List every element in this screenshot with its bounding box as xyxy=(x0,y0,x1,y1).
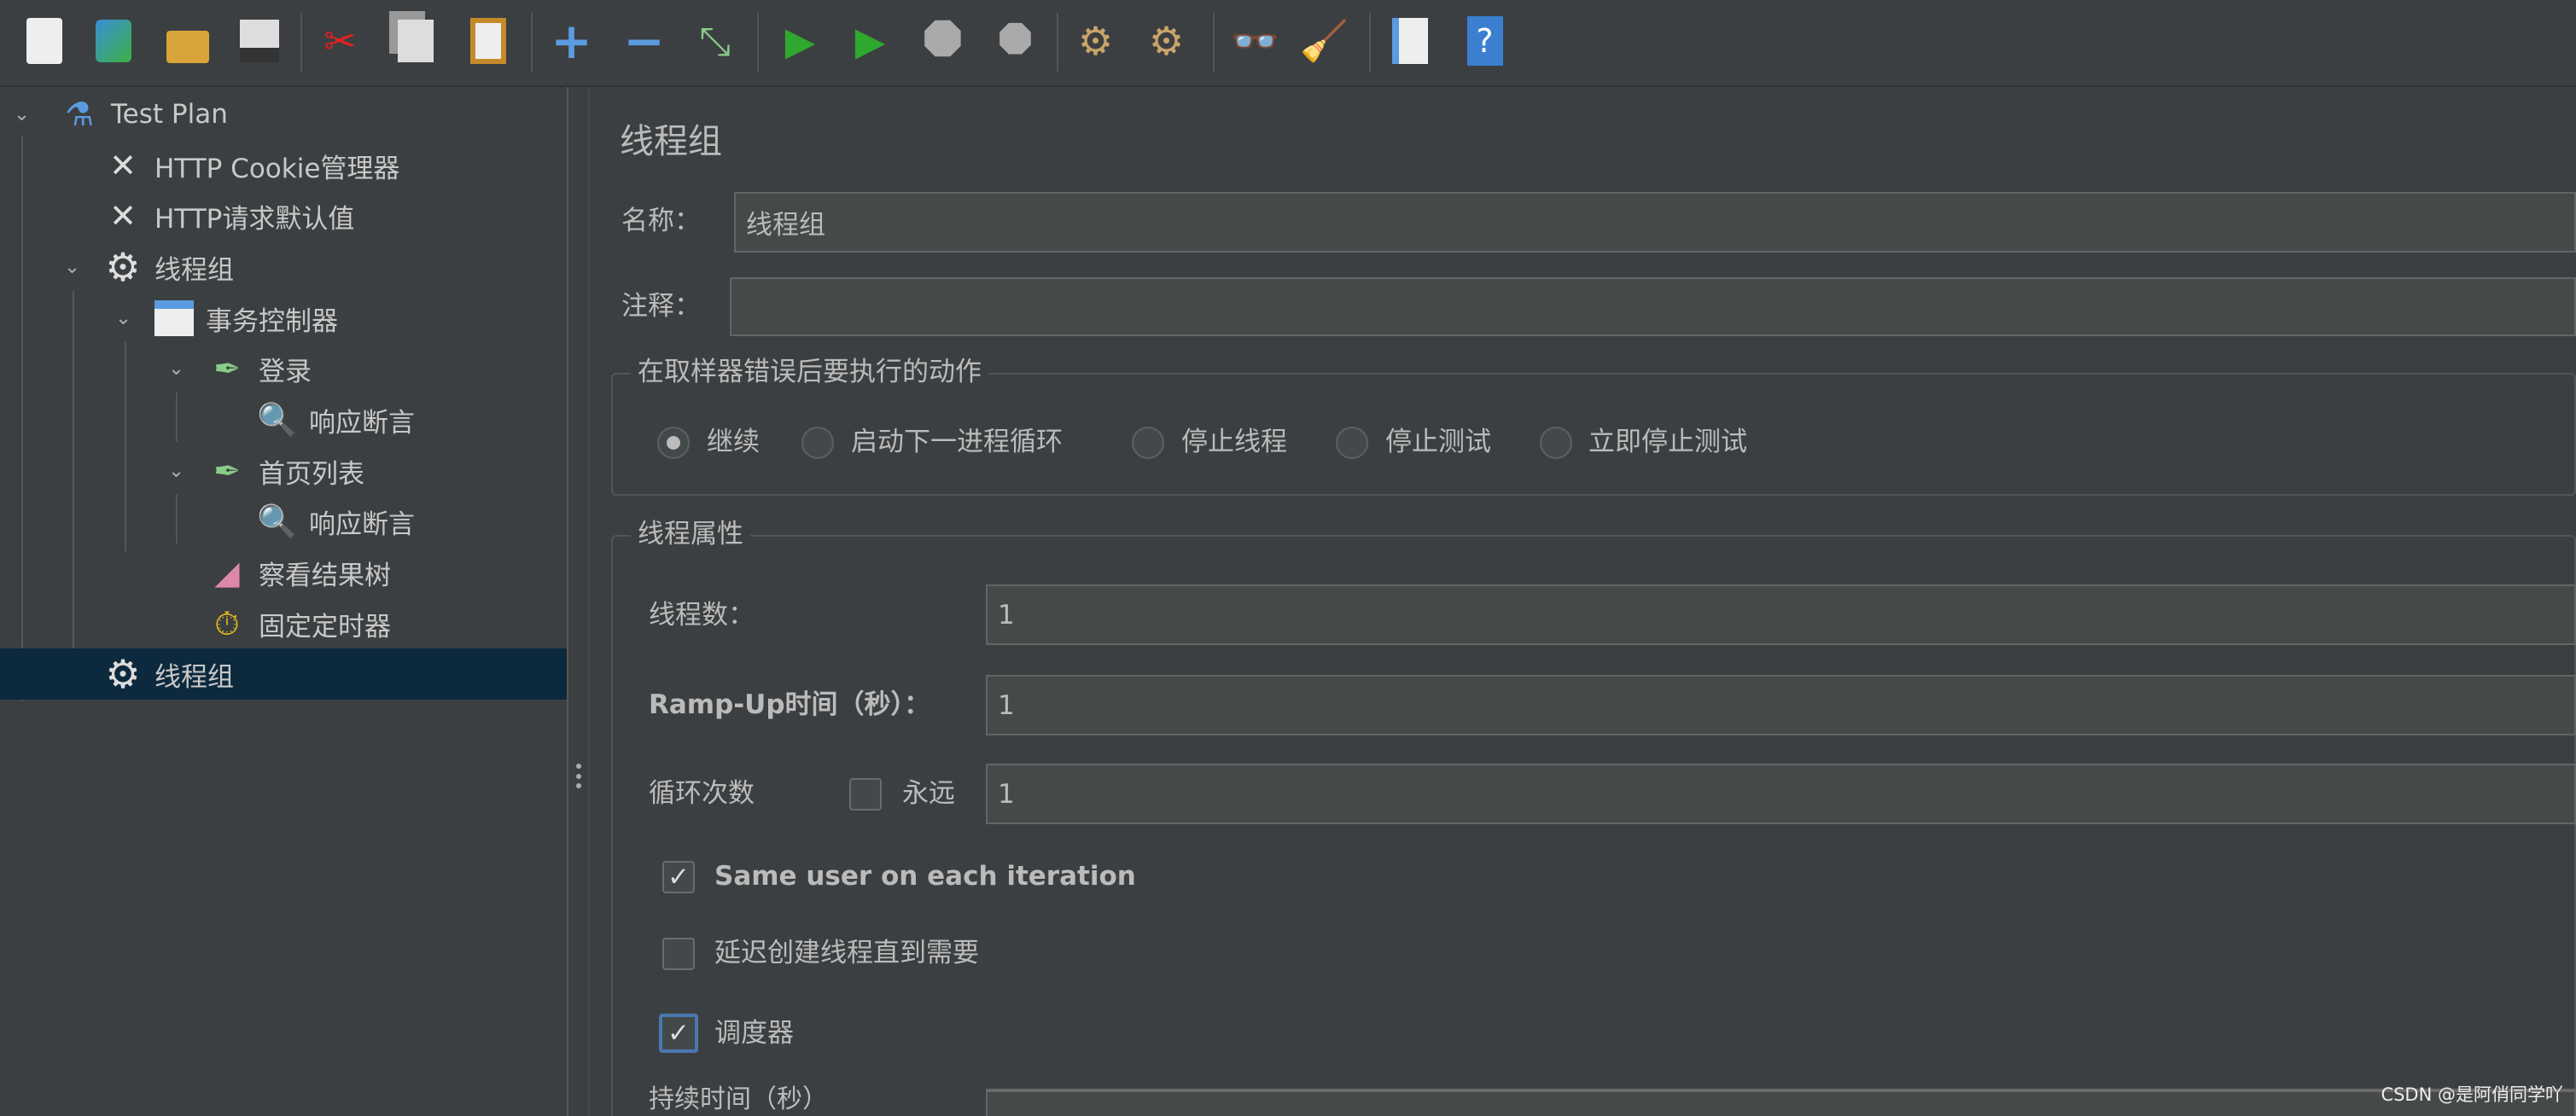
scheduler-checkbox[interactable]: ✓ xyxy=(659,1014,698,1053)
sampler-pipette-icon: ✒ xyxy=(213,452,241,490)
threads-input[interactable]: 1 xyxy=(986,584,2576,645)
test-plan-tree: ⌄ ⚗ Test Plan ✕ HTTP Cookie管理器 ✕ HTTP请求默认值 ⌄… xyxy=(0,87,567,1116)
tree-item-view-results-tree[interactable]: ◢ 察看结果树 xyxy=(0,547,567,598)
duration-input[interactable] xyxy=(986,1089,2576,1116)
help-icon[interactable]: ? xyxy=(1457,13,1512,68)
forever-label[interactable]: 永远 xyxy=(902,778,955,810)
assertion-magnifier-icon: 🔍 xyxy=(257,502,298,540)
toggle-icon[interactable]: ⤡ xyxy=(687,13,743,68)
same-user-label[interactable]: Same user on each iteration xyxy=(714,861,1136,892)
threads-label: 线程数： xyxy=(649,600,755,631)
tree-item-thread-group-selected[interactable]: ⚙ 线程组 xyxy=(0,648,567,700)
clear-icon[interactable]: ⚙ xyxy=(1068,13,1123,68)
listener-chart-icon: ◢ xyxy=(214,554,240,591)
controller-icon xyxy=(153,297,195,340)
radio-stop-test[interactable] xyxy=(1336,427,1368,459)
cut-icon[interactable]: ✂ xyxy=(312,13,368,68)
radio-stop-test-label[interactable]: 停止测试 xyxy=(1385,427,1491,458)
chevron-down-icon[interactable]: ⌄ xyxy=(9,103,35,125)
tree-item-http-defaults[interactable]: ✕ HTTP请求默认值 xyxy=(0,190,567,241)
grip-dot xyxy=(576,783,581,788)
sampler-pipette-icon: ✒ xyxy=(213,350,241,387)
save-icon[interactable] xyxy=(231,13,287,68)
grip-dot xyxy=(576,764,581,769)
comment-input[interactable] xyxy=(730,277,2576,336)
radio-stop-thread-label[interactable]: 停止线程 xyxy=(1181,427,1287,458)
radio-start-next-loop[interactable] xyxy=(801,427,834,459)
clear-all-icon[interactable]: ⚙ xyxy=(1139,13,1194,68)
paste-icon[interactable] xyxy=(460,13,516,68)
tree-item-login[interactable]: ⌄ ✒ 登录 xyxy=(0,343,567,394)
toolbar-separator xyxy=(1369,13,1371,72)
copy-icon[interactable] xyxy=(388,13,443,68)
duration-label: 持续时间（秒） xyxy=(649,1084,828,1114)
delay-thread-creation-checkbox[interactable] xyxy=(662,938,695,970)
radio-stop-test-now-label[interactable]: 立即停止测试 xyxy=(1588,427,1747,458)
gear-icon: ⚙ xyxy=(105,651,141,697)
chevron-down-icon[interactable]: ⌄ xyxy=(163,357,189,380)
loop-count-label: 循环次数 xyxy=(649,778,755,809)
error-action-title: 在取样器错误后要执行的动作 xyxy=(631,357,988,388)
chevron-down-icon[interactable]: ⌄ xyxy=(163,460,189,482)
grip-dot xyxy=(576,774,581,779)
scheduler-label[interactable]: 调度器 xyxy=(714,1018,794,1049)
name-label: 名称： xyxy=(621,206,701,236)
tree-item-transaction-controller[interactable]: ⌄ 事务控制器 xyxy=(0,293,567,344)
radio-start-next-loop-label[interactable]: 启动下一进程循环 xyxy=(851,427,1063,458)
chevron-down-icon[interactable]: ⌄ xyxy=(59,256,85,278)
name-input[interactable]: 线程组 xyxy=(734,192,2576,253)
shutdown-icon[interactable]: ⯃ xyxy=(988,13,1043,68)
chevron-down-icon[interactable]: ⌄ xyxy=(110,307,137,329)
split-pane-divider[interactable] xyxy=(567,87,590,1116)
radio-stop-test-now[interactable] xyxy=(1540,427,1572,459)
templates-icon[interactable] xyxy=(85,13,141,68)
function-helper-icon[interactable] xyxy=(1382,13,1437,68)
toolbar-separator xyxy=(300,13,302,72)
watermark: CSDN @是阿俏同学吖 xyxy=(2381,1084,2563,1105)
delay-thread-creation-label[interactable]: 延迟创建线程直到需要 xyxy=(714,938,979,969)
loop-count-input[interactable]: 1 xyxy=(986,764,2576,824)
open-icon[interactable] xyxy=(160,13,215,68)
toolbar: ✂ + − ⤡ ▶ ▶ ⯃ ⯃ ⚙ ⚙ 👓 🧹 ? xyxy=(0,0,2576,87)
tree-item-cookie-manager[interactable]: ✕ HTTP Cookie管理器 xyxy=(0,140,567,191)
stop-icon[interactable]: ⯃ xyxy=(915,13,970,68)
start-no-pauses-icon[interactable]: ▶ xyxy=(842,13,898,68)
toolbar-separator xyxy=(531,13,533,72)
tree-item-thread-group[interactable]: ⌄ ⚙ 线程组 xyxy=(0,241,567,293)
rampup-input[interactable]: 1 xyxy=(986,675,2576,735)
panel-title: 线程组 xyxy=(620,122,722,161)
forever-checkbox[interactable] xyxy=(849,778,882,811)
collapse-icon[interactable]: − xyxy=(616,13,672,68)
wrench-icon: ✕ xyxy=(109,147,137,184)
timer-clock-icon: ⏱ xyxy=(214,604,240,642)
radio-continue[interactable] xyxy=(657,427,690,459)
expand-icon[interactable]: + xyxy=(544,13,599,68)
start-icon[interactable]: ▶ xyxy=(772,13,828,68)
tree-item-response-assertion[interactable]: 🔍 响应断言 xyxy=(0,496,567,547)
search-icon[interactable]: 👓 xyxy=(1227,13,1283,68)
new-icon[interactable] xyxy=(16,13,72,68)
tree-item-constant-timer[interactable]: ⏱ 固定定时器 xyxy=(0,598,567,649)
rampup-label: Ramp-Up时间（秒）： xyxy=(649,689,931,720)
toolbar-separator xyxy=(1057,13,1058,72)
toolbar-separator xyxy=(757,13,759,72)
same-user-checkbox[interactable]: ✓ xyxy=(662,861,695,893)
wrench-icon: ✕ xyxy=(109,197,137,235)
tree-item-response-assertion[interactable]: 🔍 响应断言 xyxy=(0,394,567,445)
test-plan-icon: ⚗ xyxy=(64,96,95,133)
radio-continue-label[interactable]: 继续 xyxy=(707,427,760,458)
comment-label: 注释： xyxy=(621,291,701,322)
tree-item-home-list[interactable]: ⌄ ✒ 首页列表 xyxy=(0,445,567,497)
tree-item-test-plan[interactable]: ⌄ ⚗ Test Plan xyxy=(0,89,567,140)
jmeter-window: ✂ + − ⤡ ▶ ▶ ⯃ ⯃ ⚙ ⚙ 👓 🧹 ? ⌄ ⚗ Test Plan ✕ H… xyxy=(0,0,2576,1116)
thread-properties-title: 线程属性 xyxy=(631,519,750,550)
radio-stop-thread[interactable] xyxy=(1132,427,1164,459)
gear-icon: ⚙ xyxy=(105,244,141,290)
toolbar-separator xyxy=(1213,13,1215,72)
assertion-magnifier-icon: 🔍 xyxy=(257,400,298,439)
reset-search-icon[interactable]: 🧹 xyxy=(1297,13,1352,68)
